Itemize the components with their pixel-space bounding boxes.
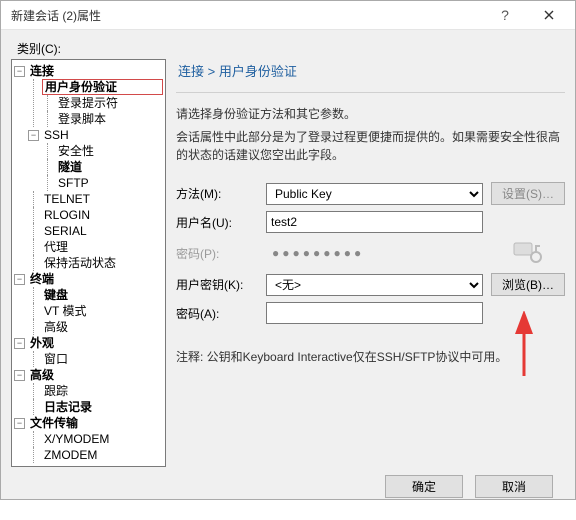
tree-xymodem[interactable]: X/YMODEM [44, 431, 109, 447]
tree-toggle[interactable]: − [14, 274, 25, 285]
tree-trace[interactable]: 跟踪 [44, 383, 68, 399]
breadcrumb: 连接 > 用户身份验证 [176, 61, 565, 80]
tree-tunnel[interactable]: 隧道 [58, 159, 82, 175]
tree-serial[interactable]: SERIAL [44, 223, 87, 239]
right-pane: 连接 > 用户身份验证 请选择身份验证方法和其它参数。 会话属性中此部分是为了登… [174, 59, 565, 467]
tree-terminal[interactable]: 终端 [30, 271, 54, 287]
footnote: 注释: 公钥和Keyboard Interactive仅在SSH/SFTP协议中… [176, 348, 565, 365]
tree-toggle[interactable]: − [14, 370, 25, 381]
cancel-button[interactable]: 取消 [475, 475, 553, 498]
tree-toggle[interactable]: − [14, 418, 25, 429]
tree-keepalive[interactable]: 保持活动状态 [44, 255, 116, 271]
tree-advanced[interactable]: 高级 [44, 319, 68, 335]
tree-ssh[interactable]: SSH [44, 127, 69, 143]
passphrase-input[interactable] [266, 302, 483, 324]
tree-loginscript[interactable]: 登录脚本 [58, 111, 106, 127]
label-username: 用户名(U): [176, 214, 258, 231]
tree-toggle[interactable]: − [28, 130, 39, 141]
label-password: 密码(P): [176, 245, 258, 262]
titlebar: 新建会话 (2)属性 ? [1, 1, 575, 30]
browse-button[interactable]: 浏览(B)… [491, 273, 565, 296]
key-icon [512, 239, 544, 267]
section-desc: 请选择身份验证方法和其它参数。 [176, 105, 565, 122]
tree-loginprompt[interactable]: 登录提示符 [58, 95, 118, 111]
tree-telnet[interactable]: TELNET [44, 191, 90, 207]
tree-keyboard[interactable]: 键盘 [44, 287, 68, 303]
tree-connection[interactable]: 连接 [30, 63, 54, 79]
password-display: ●●●●●●●●● [266, 246, 483, 260]
userkey-select[interactable]: <无> [266, 274, 483, 296]
tree-auth[interactable]: 用户身份验证 [45, 79, 117, 95]
divider [176, 92, 565, 93]
method-select[interactable]: Public Key [266, 183, 483, 205]
close-button[interactable] [527, 1, 571, 29]
category-tree[interactable]: − 连接 用户身份验证 登录提示符 登录脚本 −SSH [11, 59, 166, 467]
tree-filetransfer[interactable]: 文件传输 [30, 415, 78, 431]
label-userkey: 用户密钥(K): [176, 276, 258, 293]
setup-button[interactable]: 设置(S)… [491, 182, 565, 205]
category-label: 类别(C): [17, 40, 565, 57]
ok-button[interactable]: 确定 [385, 475, 463, 498]
tree-sftp[interactable]: SFTP [58, 175, 89, 191]
section-hint: 会话属性中此部分是为了登录过程更便捷而提供的。如果需要安全性很高的状态的话建议您… [176, 128, 565, 164]
tree-logging[interactable]: 日志记录 [44, 399, 92, 415]
tree-advanced2[interactable]: 高级 [30, 367, 54, 383]
tree-appearance[interactable]: 外观 [30, 335, 54, 351]
help-button[interactable]: ? [483, 1, 527, 29]
tree-security[interactable]: 安全性 [58, 143, 94, 159]
tree-toggle[interactable]: − [14, 66, 25, 77]
tree-proxy[interactable]: 代理 [44, 239, 68, 255]
tree-vtmode[interactable]: VT 模式 [44, 303, 86, 319]
label-method: 方法(M): [176, 185, 258, 202]
tree-toggle[interactable]: − [14, 338, 25, 349]
label-passphrase: 密码(A): [176, 305, 258, 322]
tree-rlogin[interactable]: RLOGIN [44, 207, 90, 223]
tree-window[interactable]: 窗口 [44, 351, 68, 367]
username-input[interactable] [266, 211, 483, 233]
window-title: 新建会话 (2)属性 [11, 7, 483, 24]
tree-zmodem[interactable]: ZMODEM [44, 447, 97, 463]
